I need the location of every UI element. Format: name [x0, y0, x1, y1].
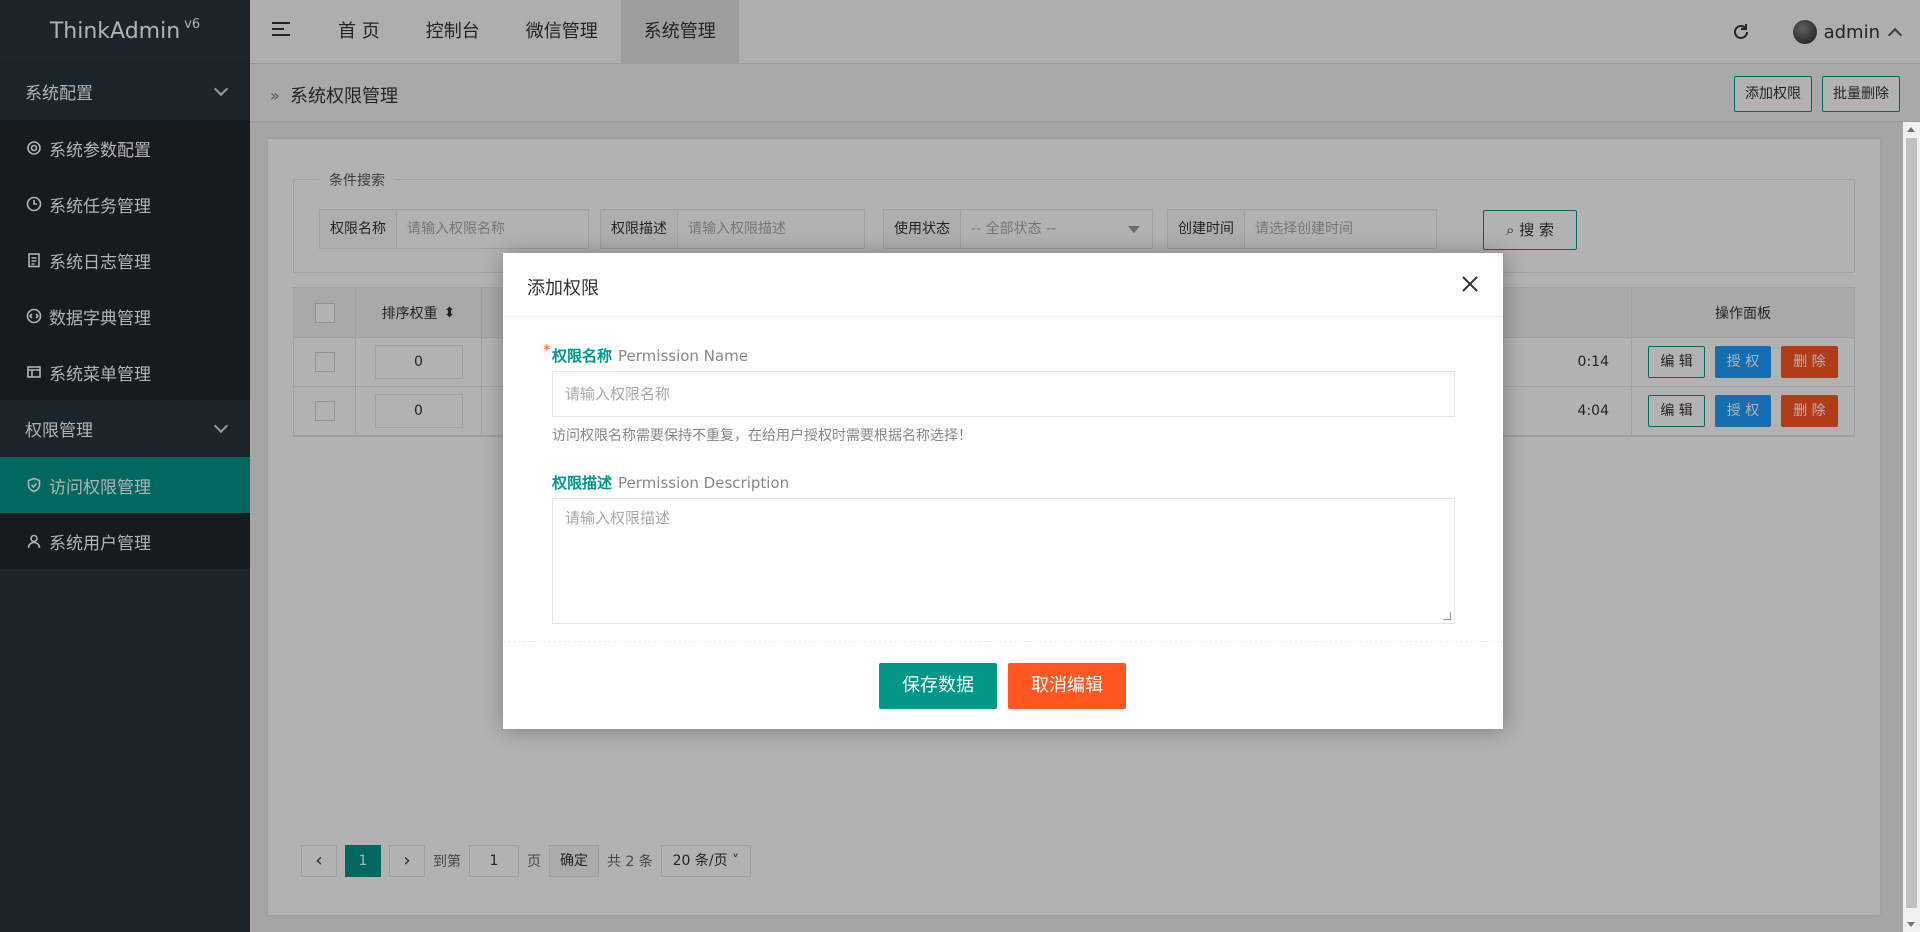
- scroll-up-icon[interactable]: [1907, 127, 1915, 132]
- name-hint: 访问权限名称需要保持不重复，在给用户授权时需要根据名称选择！: [552, 428, 972, 444]
- add-permission-modal: 添加权限 * 权限名称 Permission Name 请输入权限名称 访问权限名…: [503, 253, 1503, 729]
- permission-description-textarea[interactable]: 请输入权限描述: [552, 498, 1455, 624]
- permission-name-input[interactable]: 请输入权限名称: [552, 371, 1455, 417]
- cancel-button[interactable]: 取消编辑: [1008, 663, 1126, 709]
- page-scrollbar[interactable]: [1903, 122, 1920, 932]
- modal-header: 添加权限: [503, 253, 1503, 317]
- modal-title: 添加权限: [527, 278, 599, 299]
- name-label-en: Permission Name: [618, 347, 748, 365]
- desc-field-label: 权限描述 Permission Description: [552, 472, 789, 493]
- resize-handle-icon[interactable]: [1443, 612, 1451, 620]
- name-label-zh: 权限名称: [552, 347, 613, 365]
- desc-label-en: Permission Description: [618, 474, 790, 492]
- scroll-down-icon[interactable]: [1907, 922, 1915, 927]
- close-icon[interactable]: [1459, 273, 1481, 295]
- desc-label-zh: 权限描述: [552, 474, 613, 492]
- modal-footer: 保存数据 取消编辑: [503, 641, 1503, 729]
- scroll-thumb[interactable]: [1906, 138, 1917, 908]
- required-marker: *: [543, 341, 551, 359]
- save-button[interactable]: 保存数据: [879, 663, 997, 709]
- desc-placeholder: 请输入权限描述: [565, 509, 671, 527]
- name-field-label: * 权限名称 Permission Name: [543, 341, 748, 366]
